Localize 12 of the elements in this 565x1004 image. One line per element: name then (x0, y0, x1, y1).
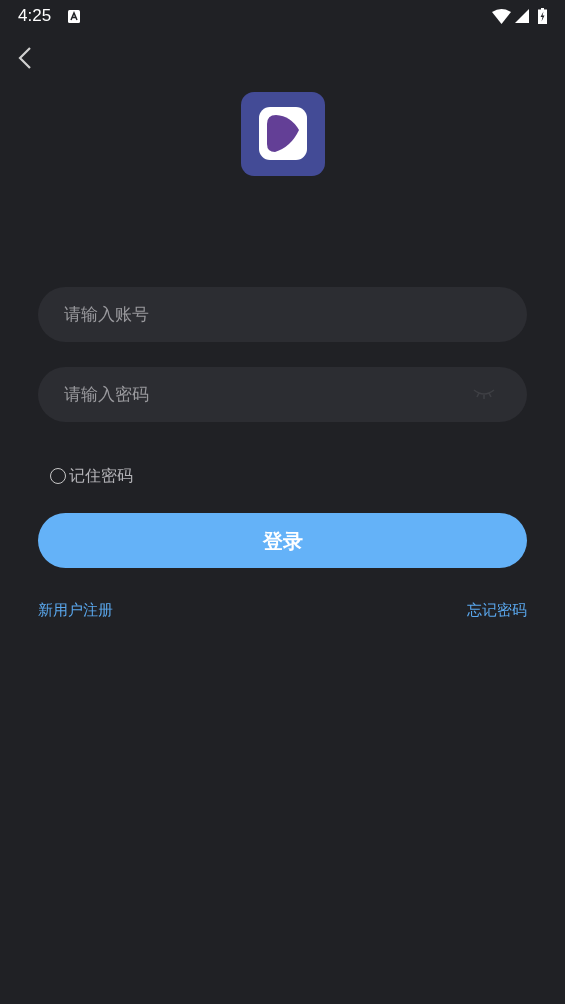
wifi-icon (492, 8, 511, 24)
remember-label: 记住密码 (69, 466, 133, 486)
status-time: 4:25 (18, 5, 52, 28)
register-link[interactable]: 新用户注册 (38, 599, 113, 622)
battery-icon (538, 8, 547, 24)
notification-icon (68, 9, 81, 23)
forgot-password-link[interactable]: 忘记密码 (467, 599, 527, 622)
account-field[interactable]: 请输入账号 (38, 287, 527, 342)
password-field[interactable]: 请输入密码 (38, 367, 527, 422)
back-icon[interactable] (18, 46, 32, 70)
signal-icon (515, 9, 529, 23)
app-logo-icon (240, 92, 325, 176)
